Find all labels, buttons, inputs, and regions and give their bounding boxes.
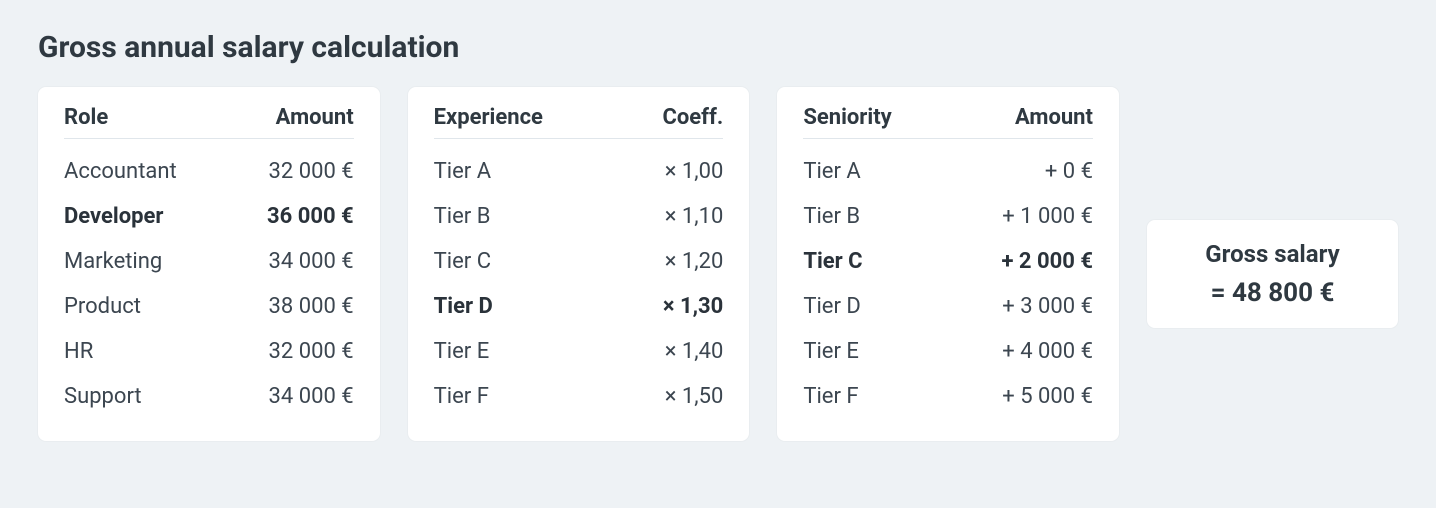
seniority-row-value: + 5 000 € [1002, 384, 1093, 409]
role-row-label: Accountant [64, 159, 177, 184]
seniority-row-label: Tier A [803, 159, 860, 184]
role-card: Role Amount Accountant 32 000 € Develope… [38, 87, 380, 441]
role-row-value: 38 000 € [269, 294, 354, 319]
role-col1: Role [64, 105, 108, 130]
experience-row-label: Tier B [434, 204, 491, 229]
experience-row[interactable]: Tier A × 1,00 [434, 149, 724, 194]
seniority-row-value: + 1 000 € [1002, 204, 1093, 229]
experience-row-value: × 1,40 [665, 339, 724, 364]
experience-card: Experience Coeff. Tier A × 1,00 Tier B ×… [408, 87, 750, 441]
seniority-col2: Amount [1015, 105, 1093, 130]
seniority-row-value: + 0 € [1045, 159, 1093, 184]
role-row[interactable]: HR 32 000 € [64, 329, 354, 374]
seniority-card-header: Seniority Amount [803, 105, 1093, 139]
seniority-row-label: Tier E [803, 339, 859, 364]
experience-row[interactable]: Tier F × 1,50 [434, 374, 724, 419]
role-row-label: Support [64, 384, 142, 409]
seniority-row[interactable]: Tier D + 3 000 € [803, 284, 1093, 329]
role-row[interactable]: Product 38 000 € [64, 284, 354, 329]
experience-row-label: Tier E [434, 339, 490, 364]
cards-row: Role Amount Accountant 32 000 € Develope… [38, 87, 1398, 441]
role-row-label: HR [64, 339, 93, 364]
experience-row[interactable]: Tier E × 1,40 [434, 329, 724, 374]
role-card-header: Role Amount [64, 105, 354, 139]
seniority-row-value: + 2 000 € [1001, 249, 1093, 274]
role-row-value: 36 000 € [267, 204, 354, 229]
page-title: Gross annual salary calculation [38, 30, 1398, 65]
result-value: = 48 800 € [1175, 278, 1370, 308]
experience-row-value: × 1,00 [665, 159, 724, 184]
experience-row-label: Tier F [434, 384, 489, 409]
seniority-row[interactable]: Tier C + 2 000 € [803, 239, 1093, 284]
experience-col2: Coeff. [662, 105, 723, 130]
experience-col1: Experience [434, 105, 543, 130]
role-row-value: 32 000 € [269, 159, 354, 184]
seniority-row-value: + 4 000 € [1002, 339, 1093, 364]
role-row-value: 32 000 € [269, 339, 354, 364]
seniority-row-value: + 3 000 € [1002, 294, 1093, 319]
role-row[interactable]: Developer 36 000 € [64, 194, 354, 239]
experience-row[interactable]: Tier D × 1,30 [434, 284, 724, 329]
seniority-row-label: Tier B [803, 204, 860, 229]
experience-row-value: × 1,50 [665, 384, 724, 409]
role-row[interactable]: Support 34 000 € [64, 374, 354, 419]
experience-row-label: Tier D [434, 294, 493, 319]
seniority-row-label: Tier F [803, 384, 858, 409]
experience-row-value: × 1,10 [665, 204, 724, 229]
result-card: Gross salary = 48 800 € [1147, 220, 1398, 328]
seniority-row[interactable]: Tier A + 0 € [803, 149, 1093, 194]
role-row-label: Marketing [64, 249, 162, 274]
seniority-col1: Seniority [803, 105, 891, 130]
role-row[interactable]: Marketing 34 000 € [64, 239, 354, 284]
experience-row-value: × 1,30 [663, 294, 723, 319]
seniority-row-label: Tier D [803, 294, 861, 319]
role-row-label: Developer [64, 204, 163, 229]
seniority-row[interactable]: Tier E + 4 000 € [803, 329, 1093, 374]
experience-row[interactable]: Tier C × 1,20 [434, 239, 724, 284]
seniority-row[interactable]: Tier F + 5 000 € [803, 374, 1093, 419]
experience-card-header: Experience Coeff. [434, 105, 724, 139]
seniority-row-label: Tier C [803, 249, 862, 274]
seniority-row[interactable]: Tier B + 1 000 € [803, 194, 1093, 239]
role-row-value: 34 000 € [269, 249, 354, 274]
role-row-label: Product [64, 294, 141, 319]
experience-row[interactable]: Tier B × 1,10 [434, 194, 724, 239]
experience-row-label: Tier C [434, 249, 491, 274]
role-col2: Amount [276, 105, 354, 130]
result-label: Gross salary [1175, 240, 1370, 268]
experience-row-value: × 1,20 [665, 249, 724, 274]
role-row[interactable]: Accountant 32 000 € [64, 149, 354, 194]
seniority-card: Seniority Amount Tier A + 0 € Tier B + 1… [777, 87, 1119, 441]
experience-row-label: Tier A [434, 159, 491, 184]
role-row-value: 34 000 € [269, 384, 354, 409]
